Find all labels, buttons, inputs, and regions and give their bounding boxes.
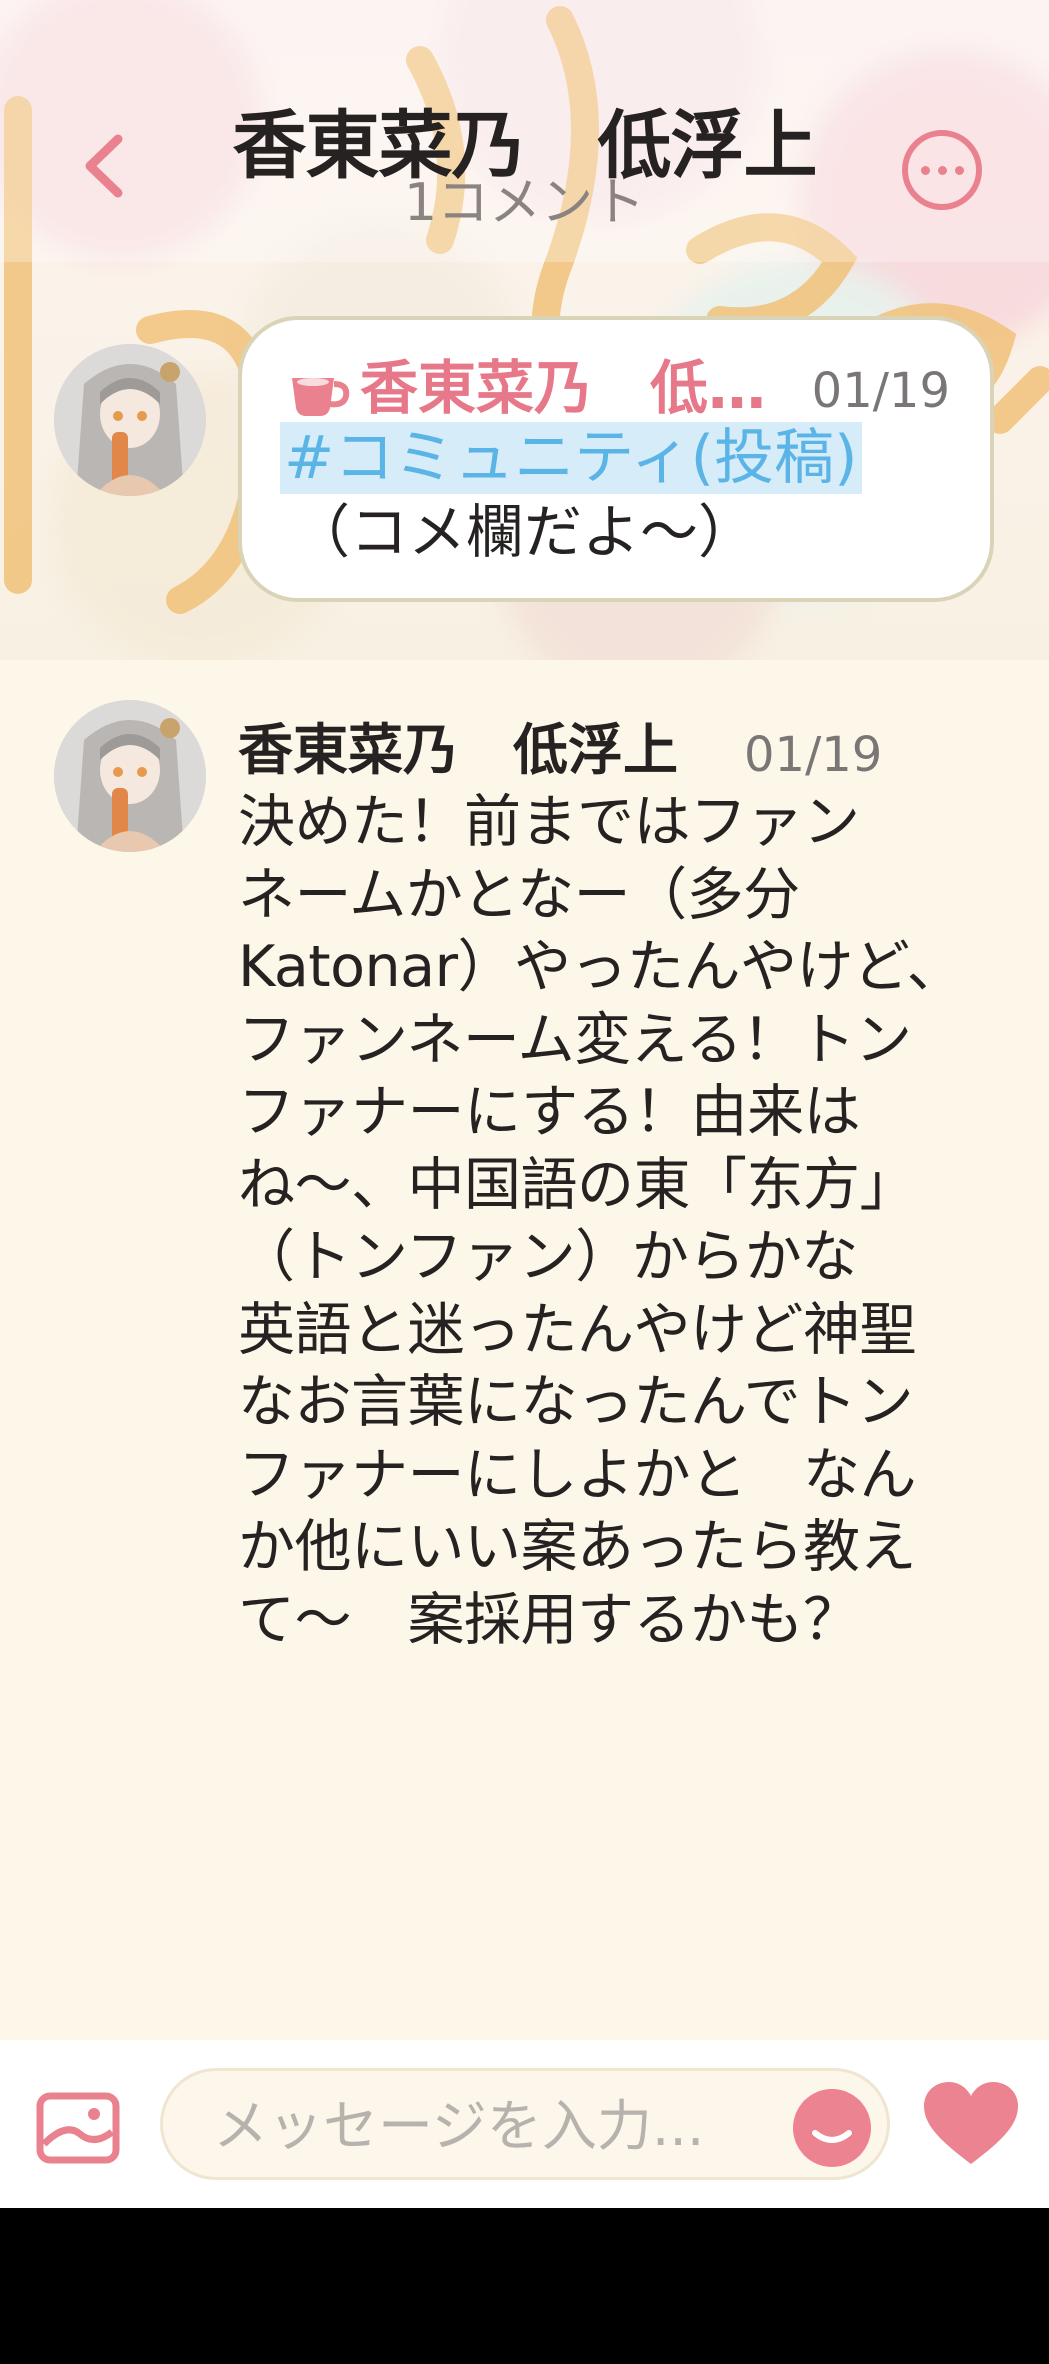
image-attach-button[interactable]: [36, 2092, 120, 2164]
comment-text: 決めた！前まではファン ネームかとなー（多分 Katonar）やったんやけど、 …: [238, 786, 968, 1656]
image-icon: [36, 2092, 120, 2164]
system-navigation-bar: [0, 2208, 1049, 2364]
more-options-button[interactable]: [902, 130, 982, 210]
like-button[interactable]: [922, 2080, 1020, 2168]
message-input-bar: [0, 2040, 1049, 2208]
more-horizontal-icon: [920, 165, 930, 175]
avatar-image: [54, 700, 206, 852]
message-input[interactable]: [213, 2093, 733, 2159]
comment-avatar[interactable]: [54, 700, 206, 852]
comment-line: （トンファン）からかな: [238, 1224, 858, 1290]
post-author[interactable]: 香東菜乃 低浮上: [360, 350, 770, 426]
comment-line: ネームかとなー（多分: [238, 861, 800, 928]
comment-date: 01/19: [744, 727, 883, 783]
more-dot: [954, 165, 964, 175]
comment-line: なお言葉になったんでトン: [238, 1369, 914, 1435]
comment-line: ファナーにする！由来は: [238, 1079, 861, 1145]
post-text: （コメ欄だよ〜）: [292, 498, 757, 566]
avatar[interactable]: [54, 344, 206, 496]
chevron-left-icon: [85, 134, 123, 198]
back-button[interactable]: [66, 128, 142, 204]
comment-author[interactable]: 香東菜乃 低浮上: [238, 712, 678, 788]
comment-line: ファンネーム変える！トン: [238, 1006, 912, 1073]
comment-count: 1コメント: [403, 173, 646, 233]
comment-line: か他にいい案あったら教え: [238, 1514, 917, 1580]
avatar-image: [54, 344, 206, 496]
original-post-bubble[interactable]: 香東菜乃 低浮上 01/19 #コミュニティ(投稿) （コメ欄だよ〜）: [238, 316, 994, 602]
comment-line: 英語と迷ったんやけど神聖: [238, 1296, 917, 1363]
heart-icon: [924, 2082, 1018, 2164]
comment-line: Katonar）やったんやけど、: [238, 934, 964, 1000]
comment-line: 決めた！前まではファン: [238, 789, 860, 855]
comment-line: ファナーにしよかと なん: [238, 1441, 917, 1508]
more-dot: [937, 165, 947, 175]
message-field[interactable]: [160, 2068, 890, 2180]
smile-icon: [812, 2130, 852, 2143]
cup-icon: [292, 378, 350, 416]
hashtag-link[interactable]: #コミュニティ(投稿): [280, 422, 862, 494]
emoji-button[interactable]: [793, 2089, 871, 2167]
comment-line: ね〜、中国語の東「东方」: [238, 1151, 917, 1218]
post-date: 01/19: [811, 363, 950, 419]
comment-line: て〜 案採用するかも？: [238, 1586, 860, 1653]
